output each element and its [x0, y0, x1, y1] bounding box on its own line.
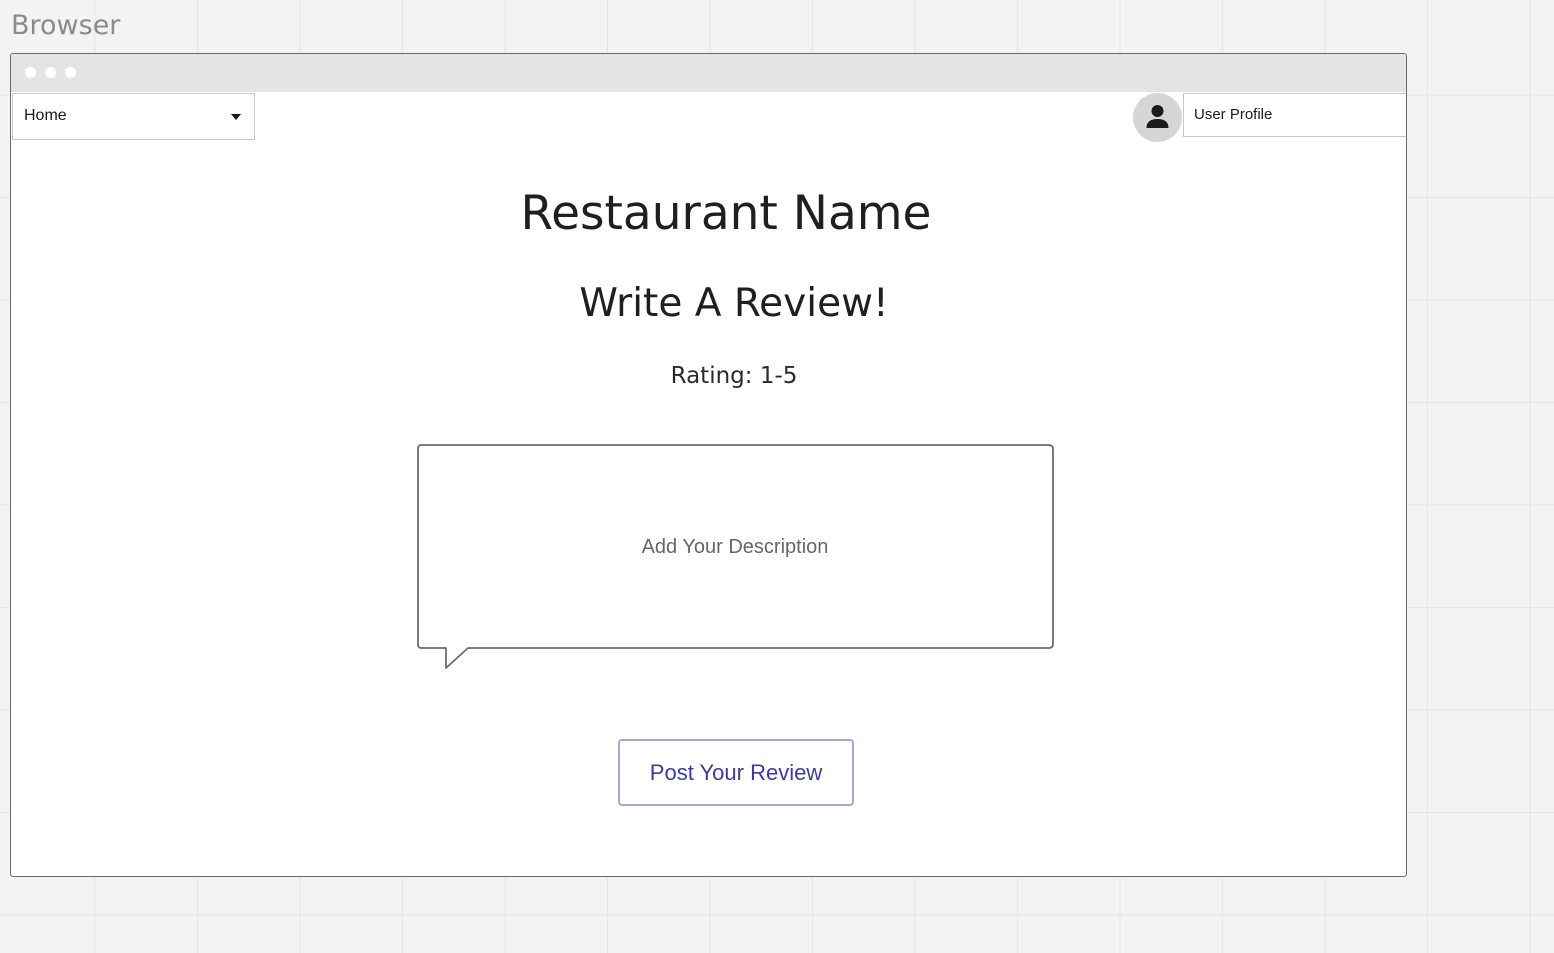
description-callout [417, 444, 1057, 672]
window-minimize-dot[interactable] [45, 67, 56, 78]
window-close-dot[interactable] [25, 67, 36, 78]
window-maximize-dot[interactable] [65, 67, 76, 78]
restaurant-name-title: Restaurant Name [520, 186, 932, 241]
rating-label: Rating: 1-5 [670, 363, 798, 389]
nav-dropdown[interactable]: Home [12, 93, 255, 140]
canvas-label: Browser [11, 10, 121, 41]
user-profile-label: User Profile [1194, 106, 1273, 123]
person-icon [1146, 105, 1169, 128]
chevron-down-icon [231, 114, 241, 120]
post-review-button[interactable]: Post Your Review [618, 739, 854, 806]
user-avatar[interactable] [1133, 93, 1182, 142]
write-review-heading: Write A Review! [579, 281, 889, 326]
browser-window: Home User Profile Restaurant Name Write … [10, 53, 1407, 877]
review-description-input[interactable] [419, 446, 1051, 646]
nav-dropdown-value: Home [24, 107, 67, 124]
window-title-bar [11, 54, 1406, 92]
user-profile-button[interactable]: User Profile [1183, 93, 1406, 137]
